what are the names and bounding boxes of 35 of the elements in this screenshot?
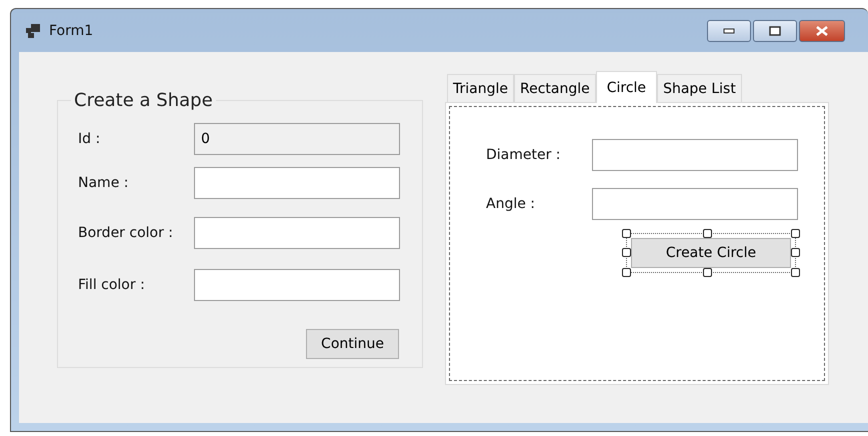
tab[interactable]: Rectangle [514,74,596,102]
resize-handle[interactable] [622,268,631,277]
text-field[interactable] [194,217,400,249]
minimize-icon [723,28,735,34]
group-title: Create a Shape [73,90,214,111]
continue-button[interactable]: Continue [306,329,399,359]
resize-handle[interactable] [791,268,800,277]
window-title: Form1 [49,22,94,38]
text-field[interactable] [592,139,798,171]
field-label: Fill color : [78,277,145,293]
resize-handle[interactable] [703,229,712,238]
tab[interactable]: Shape List [657,74,742,102]
tab[interactable]: Circle [596,71,658,103]
text-field[interactable]: 0 [194,123,400,155]
field-label: Name : [78,175,128,191]
resize-handle[interactable] [622,248,631,257]
close-button[interactable] [799,20,845,42]
create-circle-button[interactable]: Create Circle [631,238,791,268]
resize-handle[interactable] [622,229,631,238]
text-field[interactable] [592,188,798,220]
window-icon [25,22,41,38]
tab[interactable]: Triangle [447,74,514,102]
maximize-button[interactable] [753,20,797,42]
maximize-icon [769,26,781,36]
close-icon [815,26,829,36]
field-label: Border color : [78,225,174,241]
field-label: Angle : [486,196,536,212]
text-field[interactable] [194,269,400,301]
text-field[interactable] [194,167,400,199]
minimize-button[interactable] [707,20,751,42]
resize-handle[interactable] [791,248,800,257]
field-label: Diameter : [486,147,561,163]
resize-handle[interactable] [703,268,712,277]
resize-handle[interactable] [791,229,800,238]
field-label: Id : [78,131,100,147]
